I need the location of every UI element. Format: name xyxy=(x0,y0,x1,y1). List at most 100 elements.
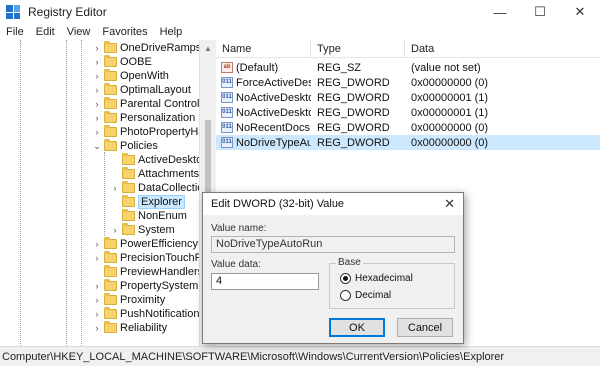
tree-guide-line xyxy=(20,40,21,346)
value-row-noactivedesktopchanges[interactable]: 011 NoActiveDeskto... REG_DWORD 0x000000… xyxy=(216,105,600,120)
tree-item-optimallayout[interactable]: › OptimalLayout xyxy=(92,83,191,97)
cancel-button[interactable]: Cancel xyxy=(397,318,453,337)
expand-arrow-icon[interactable]: › xyxy=(92,309,102,319)
expand-arrow-icon[interactable]: › xyxy=(92,253,102,263)
menu-favorites[interactable]: Favorites xyxy=(96,26,153,38)
expand-arrow-icon[interactable]: › xyxy=(92,71,102,81)
value-name: NoRecentDocs... xyxy=(236,121,311,134)
column-header-type[interactable]: Type xyxy=(311,39,405,58)
hexadecimal-label: Hexadecimal xyxy=(355,273,413,284)
value-row-forceactivedesktop[interactable]: 011 ForceActiveDes... REG_DWORD 0x000000… xyxy=(216,75,600,90)
tree-item-proximity[interactable]: › Proximity xyxy=(92,293,165,307)
tree-item-label: PushNotifications xyxy=(120,308,200,320)
folder-icon xyxy=(104,97,117,109)
expand-arrow-icon[interactable]: › xyxy=(92,43,102,53)
folder-icon xyxy=(122,153,135,165)
decimal-radio[interactable]: Decimal xyxy=(340,290,391,301)
expand-arrow-icon[interactable]: › xyxy=(92,85,102,95)
tree-item-reliability[interactable]: › Reliability xyxy=(92,321,167,335)
tree-item-pushnotifications[interactable]: › PushNotifications xyxy=(92,307,200,321)
expand-arrow-icon[interactable]: › xyxy=(110,225,120,235)
hexadecimal-radio[interactable]: Hexadecimal xyxy=(340,273,413,284)
dword-value-icon: 011 xyxy=(221,122,233,133)
value-name-cell: 011 ForceActiveDes... xyxy=(216,77,311,89)
ok-button[interactable]: OK xyxy=(329,318,385,337)
folder-icon xyxy=(122,181,135,193)
tree-item-photopropertyhar[interactable]: › PhotoPropertyHar xyxy=(92,125,199,139)
value-row-nodrivetypeautorun[interactable]: 011 NoDriveTypeAu... REG_DWORD 0x0000000… xyxy=(216,135,600,150)
maximize-button[interactable]: ☐ xyxy=(520,0,560,24)
title-bar: Registry Editor — ☐ ✕ xyxy=(0,0,600,24)
string-value-icon: ab xyxy=(221,62,233,73)
tree-item-explorer[interactable]: Explorer xyxy=(110,195,185,209)
tree-item-label: OOBE xyxy=(120,56,152,68)
tree-item-datacollection[interactable]: › DataCollection xyxy=(110,181,199,195)
value-name: ForceActiveDes... xyxy=(236,76,311,89)
tree-guide-line xyxy=(66,40,67,346)
value-type: REG_DWORD xyxy=(317,106,390,119)
value-type: REG_DWORD xyxy=(317,121,390,134)
folder-icon xyxy=(104,83,117,95)
value-name-field: NoDriveTypeAutoRun xyxy=(211,236,455,253)
value-data-field[interactable]: 4 xyxy=(211,273,319,290)
tree-item-label: OptimalLayout xyxy=(120,84,191,96)
menu-file[interactable]: File xyxy=(0,26,30,38)
expand-arrow-icon[interactable]: › xyxy=(110,183,120,193)
tree-item-label: PrecisionTouchPac xyxy=(120,252,199,264)
tree-item-precisiontouchpac[interactable]: › PrecisionTouchPac xyxy=(92,251,199,265)
tree-item-oobe[interactable]: › OOBE xyxy=(92,55,152,69)
collapse-arrow-icon[interactable]: ⌄ xyxy=(92,141,102,152)
value-name-label: Value name: xyxy=(211,223,267,234)
expand-arrow-icon[interactable]: › xyxy=(92,57,102,67)
tree-item-activedesktop[interactable]: ActiveDesktop xyxy=(110,153,199,167)
tree-item-attachments[interactable]: Attachments xyxy=(110,167,199,181)
expand-arrow-icon[interactable]: › xyxy=(92,323,102,333)
value-data-label: Value data: xyxy=(211,259,261,270)
dialog-close-button[interactable]: ✕ xyxy=(444,196,455,212)
tree-item-policies[interactable]: ⌄ Policies xyxy=(92,139,158,153)
value-row-default[interactable]: ab (Default) REG_SZ (value not set) xyxy=(216,60,600,75)
value-name-cell: ab (Default) xyxy=(216,62,311,74)
value-data: 0x00000001 (1) xyxy=(411,106,489,119)
value-row-noactivedesktop[interactable]: 011 NoActiveDesktop REG_DWORD 0x00000001… xyxy=(216,90,600,105)
tree-item-parental-controls[interactable]: › Parental Controls xyxy=(92,97,199,111)
tree-item-personalization[interactable]: › Personalization xyxy=(92,111,195,125)
tree-item-label: PropertySystem xyxy=(120,280,199,292)
value-data: 0x00000000 (0) xyxy=(411,121,489,134)
tree-item-system[interactable]: › System xyxy=(110,223,175,237)
window-title: Registry Editor xyxy=(28,5,107,19)
folder-icon xyxy=(104,41,117,53)
column-header-data[interactable]: Data xyxy=(405,40,600,58)
tree-item-nonenum[interactable]: NonEnum xyxy=(110,209,187,223)
tree-item-previewhandlers[interactable]: PreviewHandlers xyxy=(92,265,199,279)
expand-arrow-icon[interactable]: › xyxy=(92,127,102,137)
folder-icon xyxy=(104,279,117,291)
close-button[interactable]: ✕ xyxy=(560,0,600,24)
expand-arrow-icon[interactable]: › xyxy=(92,281,102,291)
value-data: 0x00000000 (0) xyxy=(411,136,489,149)
value-row-norecentdocs[interactable]: 011 NoRecentDocs... REG_DWORD 0x00000000… xyxy=(216,120,600,135)
menu-view[interactable]: View xyxy=(61,26,97,38)
scroll-up-arrow-icon[interactable]: ▲ xyxy=(204,44,212,53)
menu-edit[interactable]: Edit xyxy=(30,26,61,38)
expand-arrow-icon[interactable]: › xyxy=(92,99,102,109)
value-name-cell: 011 NoRecentDocs... xyxy=(216,122,311,134)
expand-arrow-icon[interactable]: › xyxy=(92,239,102,249)
tree-item-propertysystem[interactable]: › PropertySystem xyxy=(92,279,198,293)
dword-value-icon: 011 xyxy=(221,107,233,118)
dword-value-icon: 011 xyxy=(221,92,233,103)
expand-arrow-icon[interactable]: › xyxy=(92,113,102,123)
column-header-name[interactable]: Name xyxy=(216,39,311,58)
value-name-cell: 011 NoActiveDesktop xyxy=(216,92,311,104)
tree-item-powerefficiencydi[interactable]: › PowerEfficiencyDi xyxy=(92,237,199,251)
key-tree[interactable]: › OneDriveRamps › OOBE › OpenWith › Opti… xyxy=(0,40,200,346)
tree-item-label: ActiveDesktop xyxy=(138,154,199,166)
tree-guide-line xyxy=(81,40,82,346)
minimize-button[interactable]: — xyxy=(480,0,520,24)
value-type: REG_DWORD xyxy=(317,136,390,149)
expand-arrow-icon[interactable]: › xyxy=(92,295,102,305)
tree-item-openwith[interactable]: › OpenWith xyxy=(92,69,169,83)
radio-unselected-icon xyxy=(340,290,351,301)
tree-item-onedriveramps[interactable]: › OneDriveRamps xyxy=(92,41,199,55)
menu-help[interactable]: Help xyxy=(154,26,189,38)
